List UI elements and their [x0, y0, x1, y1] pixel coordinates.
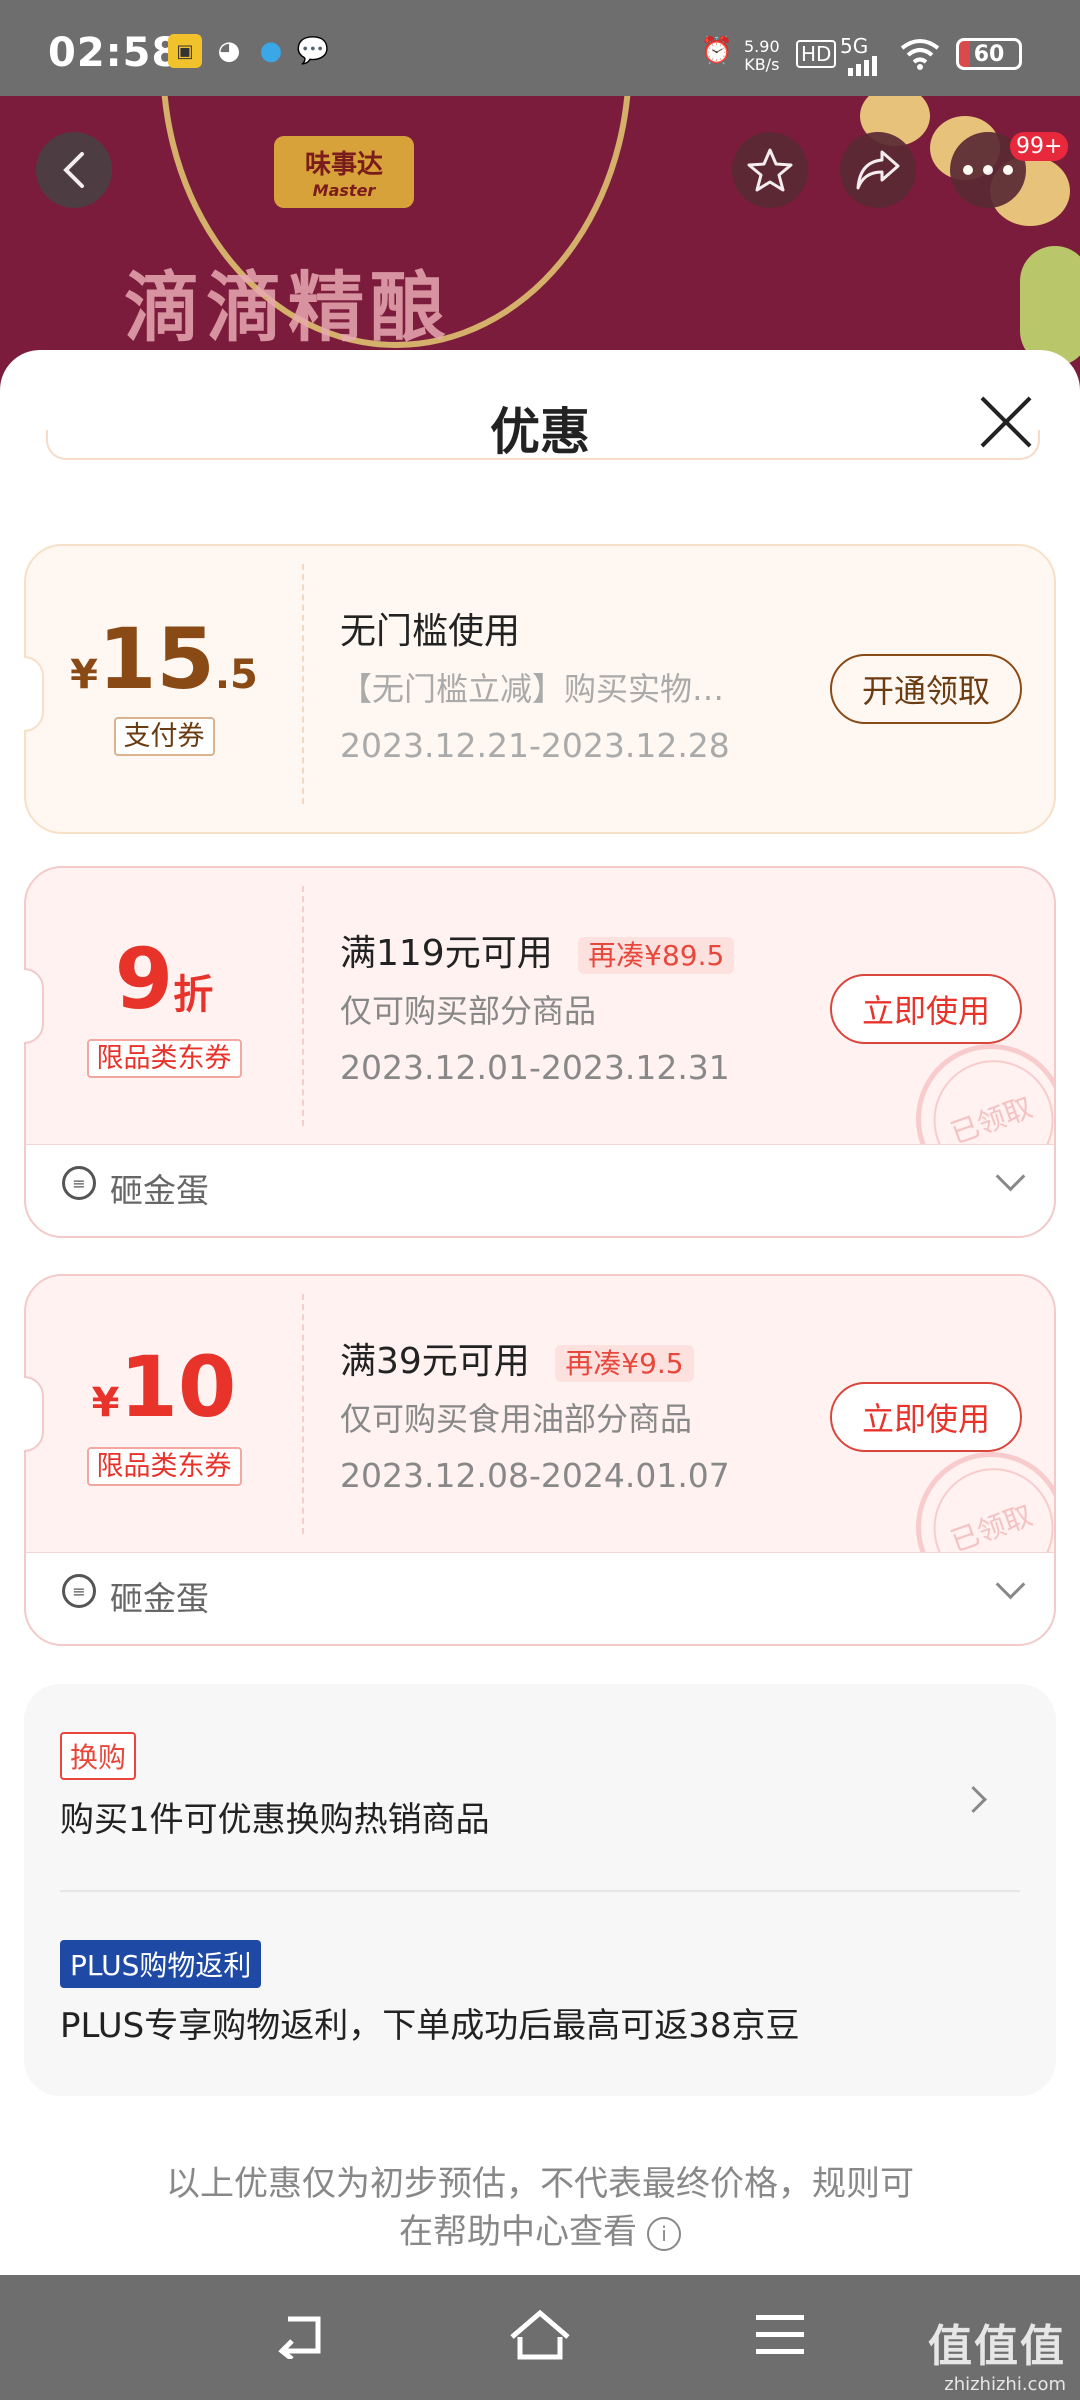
previous-coupon-edge	[46, 430, 1040, 460]
banner-title: 滴滴精酿	[124, 263, 452, 352]
chevron-down-icon	[995, 1161, 1026, 1192]
trade-in-tag: 换购	[60, 1732, 137, 1780]
back-icon	[63, 152, 84, 188]
coupon-source-row[interactable]: ≡ 砸金蛋	[26, 1156, 1054, 1226]
site-watermark: 值值值 zhizhizhi.com	[928, 2321, 1066, 2395]
chevron-right-icon	[960, 1786, 987, 1813]
nav-back-button[interactable]	[262, 2303, 342, 2367]
chevron-down-icon	[995, 1569, 1026, 1600]
coupon-source-row[interactable]: ≡ 砸金蛋	[26, 1564, 1054, 1634]
home-nav-icon	[510, 2309, 570, 2360]
add-more-tag: 再凑¥89.5	[578, 937, 735, 974]
message-icon: 💬	[296, 36, 330, 66]
menu-nav-icon	[756, 2315, 804, 2354]
coupon-threshold: 满119元可用 再凑¥89.5	[340, 924, 735, 976]
signal-icon	[846, 56, 890, 80]
golden-egg-icon: ≡	[62, 1166, 96, 1200]
coupon-desc: 【无门槛立减】购买实物…	[340, 670, 725, 708]
star-icon	[747, 148, 793, 192]
more-icon	[963, 165, 1013, 175]
navigation-bar	[0, 2275, 1080, 2400]
coupon-date: 2023.12.08-2024.01.07	[340, 1456, 730, 1495]
back-nav-icon	[278, 2316, 321, 2359]
status-time: 02:58	[48, 30, 181, 76]
coupon-amount: ¥10	[91, 1338, 237, 1436]
share-icon	[856, 150, 900, 190]
coupon-card: 已领取 ¥10 限品类东券 满39元可用 再凑¥9.5 仅可购买食用油部分商品 …	[24, 1274, 1056, 1646]
card-divider	[302, 564, 304, 804]
coupon-date: 2023.12.01-2023.12.31	[340, 1048, 730, 1087]
hd-indicator: HD	[796, 40, 837, 68]
trade-in-text: 购买1件可优惠换购热销商品	[60, 1800, 490, 1840]
battery-indicator: 60	[956, 38, 1022, 70]
signal-label: 5G	[840, 34, 869, 58]
coupon-card: 已领取 9折 限品类东券 满119元可用 再凑¥89.5 仅可购买部分商品 20…	[24, 866, 1056, 1238]
coupon-date: 2023.12.21-2023.12.28	[340, 726, 730, 765]
coupon-threshold: 满39元可用 再凑¥9.5	[340, 1332, 694, 1384]
trade-in-offer-row[interactable]: 换购 购买1件可优惠换购热销商品	[24, 1684, 1056, 1890]
coupon-sheet: 优惠 ¥15.5 支付券 无门槛使用 【无门槛立减】购买实物… 2023.12.…	[0, 350, 1080, 2275]
coupon-source: 砸金蛋	[110, 1171, 209, 1210]
coupon-type: 限品类东券	[26, 1036, 302, 1078]
soybean-pod-image	[1020, 246, 1080, 366]
card-divider	[302, 1294, 304, 1534]
wifi-icon	[900, 38, 940, 74]
alarm-icon: ⏰	[700, 36, 734, 66]
nav-home-button[interactable]	[500, 2303, 580, 2367]
plus-rebate-text: PLUS专享购物返利，下单成功后最高可返38京豆	[60, 2006, 800, 2046]
coupon-title: 无门槛使用	[340, 611, 521, 652]
coupon-discount: 9折	[114, 930, 214, 1028]
coupon-type: 支付券	[26, 714, 302, 756]
back-button[interactable]	[36, 132, 112, 208]
nav-menu-button[interactable]	[740, 2303, 820, 2367]
plus-rebate-tag: PLUS购物返利	[60, 1940, 262, 1988]
info-icon[interactable]: i	[647, 2216, 681, 2251]
coupon-type: 限品类东券	[26, 1444, 302, 1486]
add-more-tag: 再凑¥9.5	[555, 1345, 694, 1382]
coupon-amount: ¥15.5	[70, 610, 258, 708]
golden-egg-icon: ≡	[62, 1574, 96, 1608]
share-button[interactable]	[840, 132, 916, 208]
other-offers-panel: 换购 购买1件可优惠换购热销商品 PLUS购物返利 PLUS专享购物返利，下单成…	[24, 1684, 1056, 2096]
offers-divider	[60, 1890, 1020, 1892]
coupon-card: ¥15.5 支付券 无门槛使用 【无门槛立减】购买实物… 2023.12.21-…	[24, 544, 1056, 834]
qq-icon: ●	[259, 36, 283, 66]
app-notification-icon: ▣	[168, 34, 202, 68]
status-bar: 02:58 ▣ ◕ ● 💬 ⏰ 5.90 KB/s HD 5G 60	[0, 0, 1080, 96]
net-speed: 5.90 KB/s	[744, 37, 780, 74]
coupon-desc: 仅可购买部分商品	[340, 992, 597, 1030]
more-badge: 99+	[1010, 132, 1069, 161]
disclaimer: 以上优惠仅为初步预估，不代表最终价格，规则可 在帮助中心查看 i	[166, 2164, 914, 2252]
brand-logo: 味事达 Master	[274, 136, 414, 208]
coupon-desc: 仅可购买食用油部分商品	[340, 1400, 693, 1438]
card-divider	[302, 886, 304, 1126]
use-now-button[interactable]: 立即使用	[830, 1382, 1022, 1452]
use-now-button[interactable]: 立即使用	[830, 974, 1022, 1044]
wechat-icon: ◕	[217, 36, 241, 66]
favorite-button[interactable]	[732, 132, 808, 208]
coupon-source: 砸金蛋	[110, 1579, 209, 1618]
activate-claim-button[interactable]: 开通领取	[830, 654, 1022, 724]
